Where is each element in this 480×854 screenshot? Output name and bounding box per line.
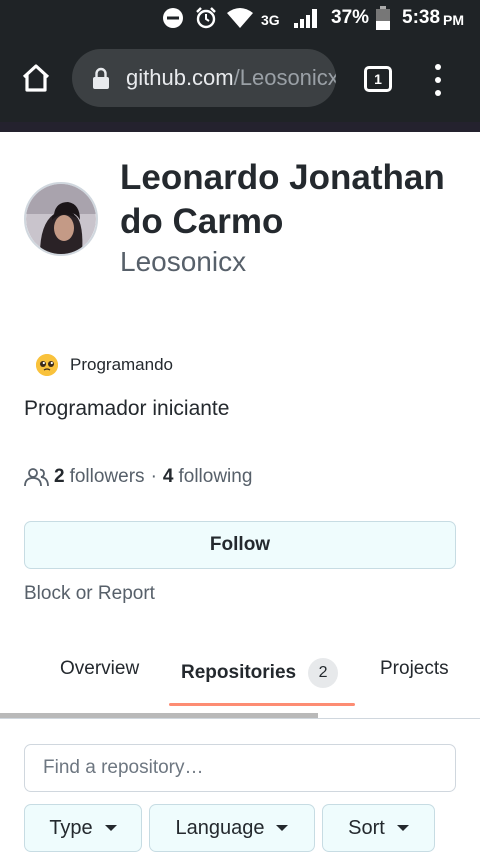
tab-repositories-label: Repositories [181, 662, 297, 683]
tab-divider [0, 718, 480, 719]
profile-bio: Programador iniciante [24, 397, 230, 420]
network-type: 3G [261, 12, 280, 28]
type-filter-button[interactable]: Type [24, 804, 142, 852]
url-host: github.com [126, 65, 234, 90]
url-path: /Leosonicx [233, 65, 336, 90]
following-label: following [178, 466, 253, 487]
find-repository-input[interactable] [24, 744, 456, 792]
dnd-icon [162, 0, 184, 36]
tab-projects-label: Projects [380, 658, 449, 679]
repositories-counter: 2 [308, 658, 339, 688]
signal-icon [294, 0, 320, 36]
language-filter-button[interactable]: Language [149, 804, 315, 852]
people-icon [24, 468, 49, 487]
battery-icon [376, 0, 390, 36]
selected-tab-indicator [169, 703, 355, 706]
language-filter-label: Language [175, 816, 265, 839]
more-options-icon[interactable] [426, 64, 450, 96]
tab-switcher-button[interactable]: 1 [364, 66, 392, 92]
tab-overview-label: Overview [60, 658, 140, 679]
tab-repositories[interactable]: Repositories 2 [181, 658, 339, 688]
status-text: Programando [70, 355, 174, 374]
avatar[interactable] [24, 182, 98, 256]
tab-projects[interactable]: Projects [380, 658, 449, 680]
following-count: 4 [162, 466, 174, 487]
followers-link[interactable]: 2 followers [54, 466, 145, 488]
sort-filter-button[interactable]: Sort [322, 804, 435, 852]
status-bar: 3G 37% 5:38 PM [0, 0, 480, 36]
type-filter-label: Type [49, 816, 93, 839]
sort-filter-label: Sort [348, 816, 385, 839]
caret-down-icon [276, 825, 289, 831]
block-or-report-link[interactable]: Block or Report [24, 583, 155, 605]
home-icon[interactable] [18, 60, 54, 96]
profile-tabs: Overview Repositories 2 Projects [0, 640, 480, 720]
profile-username: Leosonicx [120, 246, 247, 277]
followers-label: followers [69, 466, 145, 487]
wifi-icon [226, 0, 254, 36]
caret-down-icon [396, 825, 409, 831]
clock-time: 5:38 [402, 7, 441, 28]
follow-separator: · [150, 466, 157, 487]
follow-button[interactable]: Follow [24, 521, 456, 569]
alarm-icon [194, 0, 218, 36]
followers-count: 2 [54, 466, 65, 487]
clock-ampm: PM [443, 11, 465, 28]
profile-full-name: Leonardo Jonathan do Carmo [120, 158, 445, 241]
caret-down-icon [104, 825, 117, 831]
battery-percent: 37% [331, 7, 370, 28]
lock-icon [93, 67, 109, 89]
clock: 5:38 PM [402, 0, 464, 36]
url-text: github.com/Leosonicx [126, 65, 336, 91]
page-header-edge [0, 122, 480, 132]
tab-overview[interactable]: Overview [60, 658, 139, 680]
follow-stats: 2 followers · 4 following [24, 466, 252, 488]
address-bar[interactable]: github.com/Leosonicx [72, 49, 336, 107]
browser-toolbar: github.com/Leosonicx 1 [0, 36, 480, 122]
user-status[interactable]: Programando [36, 354, 173, 376]
pleading-face-icon [36, 354, 58, 376]
following-link[interactable]: 4 following [163, 466, 253, 488]
